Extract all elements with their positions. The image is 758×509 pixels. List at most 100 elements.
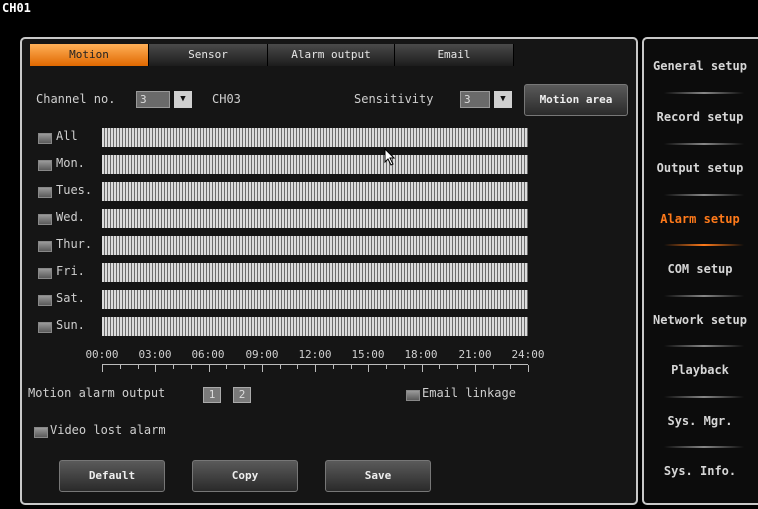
schedule-bar[interactable] (102, 128, 528, 147)
major-tick (261, 365, 263, 372)
minor-tick (279, 365, 281, 369)
sat-checkbox[interactable] (38, 295, 52, 306)
channel-select[interactable]: 3 (136, 91, 170, 108)
mon-checkbox[interactable] (38, 160, 52, 171)
default-button[interactable]: Default (59, 460, 165, 492)
tue-checkbox[interactable] (38, 187, 52, 198)
screen-title: CH01 (2, 1, 31, 15)
sensitivity-dropdown-icon[interactable]: ▼ (494, 91, 512, 108)
schedule-bar[interactable] (102, 290, 528, 309)
minor-tick (403, 365, 405, 369)
menu-alarm-setup[interactable]: Alarm setup (642, 194, 758, 244)
menu-com-setup[interactable]: COM setup (642, 244, 758, 294)
day-label: All (56, 129, 78, 143)
time-label: 00:00 (85, 348, 119, 361)
minor-tick (386, 365, 387, 369)
schedule-bar[interactable] (102, 209, 528, 228)
channel-name: CH03 (212, 92, 241, 106)
menu-playback[interactable]: Playback (642, 345, 758, 395)
menu-record-setup[interactable]: Record setup (642, 92, 758, 142)
day-label: Sat. (56, 291, 85, 305)
minor-tick (244, 365, 245, 369)
minor-tick (332, 365, 334, 369)
menu-network-setup[interactable]: Network setup (642, 295, 758, 345)
fri-checkbox[interactable] (38, 268, 52, 279)
schedule-bar[interactable] (102, 317, 528, 336)
video-lost-alarm-checkbox[interactable] (34, 427, 48, 438)
schedule-row-tue: Tues. (36, 182, 530, 201)
thu-checkbox[interactable] (38, 241, 52, 252)
video-lost-alarm-label: Video lost alarm (50, 423, 166, 437)
wed-checkbox[interactable] (38, 214, 52, 225)
sensitivity-label: Sensitivity (354, 92, 434, 106)
time-label: 06:00 (191, 348, 225, 361)
major-tick (102, 365, 103, 372)
channel-label: Channel no. (36, 92, 116, 106)
minor-tick (492, 365, 494, 369)
day-label: Wed. (56, 210, 85, 224)
major-tick (155, 365, 157, 372)
major-tick (208, 365, 210, 372)
minor-tick (119, 365, 121, 369)
time-label: 21:00 (458, 348, 492, 361)
time-label: 18:00 (404, 348, 438, 361)
alarm-output-1-toggle[interactable]: 1 (203, 387, 221, 403)
time-scale (102, 364, 529, 377)
tab-alarm-output[interactable]: Alarm output (268, 44, 395, 66)
alarm-output-2-toggle[interactable]: 2 (233, 387, 251, 403)
tab-motion[interactable]: Motion (30, 44, 149, 66)
time-label: 03:00 (138, 348, 172, 361)
schedule-bar[interactable] (102, 155, 528, 174)
all-checkbox[interactable] (38, 133, 52, 144)
email-linkage-checkbox[interactable] (406, 390, 420, 401)
menu-output-setup[interactable]: Output setup (642, 143, 758, 193)
minor-tick (439, 365, 441, 369)
schedule-row-mon: Mon. (36, 155, 530, 174)
schedule-bar[interactable] (102, 182, 528, 201)
tab-email[interactable]: Email (395, 44, 514, 66)
schedule-row-all: All (36, 128, 530, 147)
schedule-row-sat: Sat. (36, 290, 530, 309)
email-linkage-label: Email linkage (422, 386, 516, 400)
minor-tick (297, 365, 299, 369)
schedule-row-sun: Sun. (36, 317, 530, 336)
schedule-bar[interactable] (102, 263, 528, 282)
minor-tick (190, 365, 192, 369)
schedule-bar[interactable] (102, 236, 528, 255)
time-label: 24:00 (511, 348, 545, 361)
major-tick (528, 365, 529, 372)
time-label: 09:00 (245, 348, 279, 361)
save-button[interactable]: Save (325, 460, 431, 492)
minor-tick (510, 365, 512, 369)
day-label: Mon. (56, 156, 85, 170)
tab-sensor[interactable]: Sensor (149, 44, 268, 66)
day-label: Thur. (56, 237, 93, 251)
minor-tick (457, 365, 458, 369)
minor-tick (137, 365, 139, 369)
channel-dropdown-icon[interactable]: ▼ (174, 91, 192, 108)
sun-checkbox[interactable] (38, 322, 52, 333)
day-label: Tues. (56, 183, 93, 197)
major-tick (315, 365, 316, 372)
copy-button[interactable]: Copy (192, 460, 298, 492)
day-label: Fri. (56, 264, 85, 278)
motion-alarm-output-label: Motion alarm output (28, 386, 166, 400)
sensitivity-select[interactable]: 3 (460, 91, 490, 108)
minor-tick (226, 365, 228, 369)
mouse-cursor-icon (384, 148, 396, 166)
menu-sys-info[interactable]: Sys. Info. (642, 446, 758, 496)
minor-tick (173, 365, 174, 369)
day-label: Sun. (56, 318, 85, 332)
time-label: 12:00 (298, 348, 332, 361)
schedule-row-fri: Fri. (36, 263, 530, 282)
schedule-row-thu: Thur. (36, 236, 530, 255)
schedule-row-wed: Wed. (36, 209, 530, 228)
motion-area-button[interactable]: Motion area (524, 84, 628, 116)
menu-general-setup[interactable]: General setup (642, 41, 758, 91)
major-tick (474, 365, 476, 372)
minor-tick (350, 365, 352, 369)
time-label: 15:00 (351, 348, 385, 361)
major-tick (421, 365, 423, 372)
major-tick (368, 365, 370, 372)
menu-sys-mgr[interactable]: Sys. Mgr. (642, 396, 758, 446)
